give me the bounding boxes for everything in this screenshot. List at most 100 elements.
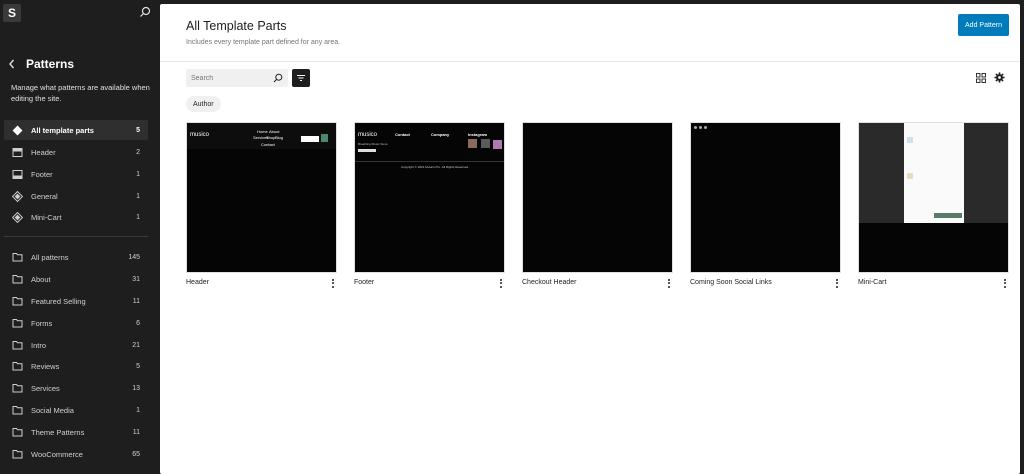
folder-icon: [11, 382, 23, 394]
folder-icon: [11, 295, 23, 307]
pattern-preview[interactable]: [522, 122, 673, 273]
sidebar-item-label: Header: [31, 147, 56, 157]
preview-social-icon: [694, 126, 697, 129]
preview-nav-item: Blog: [275, 135, 284, 140]
pattern-card-title[interactable]: Checkout Header: [522, 279, 576, 286]
more-options-icon[interactable]: [665, 277, 673, 289]
sidebar-item-label: Reviews: [31, 361, 60, 371]
folder-icon: [11, 339, 23, 351]
symbol-icon: [11, 124, 23, 136]
sidebar-item-label: Mini-Cart: [31, 212, 62, 222]
sidebar-item-intro[interactable]: Intro 21: [4, 335, 148, 355]
sidebar-item-label: Services: [31, 383, 60, 393]
sidebar-divider: [4, 236, 148, 237]
sidebar-item-count: 31: [132, 275, 140, 283]
more-options-icon[interactable]: [833, 277, 841, 289]
sidebar-item-count: 145: [128, 253, 140, 261]
preview-divider: [355, 161, 504, 162]
pattern-card-title[interactable]: Coming Soon Social Links: [690, 279, 772, 286]
pattern-card-title[interactable]: Mini-Cart: [858, 279, 886, 286]
sidebar-item-footer[interactable]: Footer 1: [4, 164, 148, 184]
more-options-icon[interactable]: [497, 277, 505, 289]
search-icon[interactable]: [139, 6, 151, 18]
sidebar-item-count: 1: [136, 192, 140, 200]
site-logo[interactable]: S: [3, 4, 21, 22]
sidebar-item-label: Featured Selling: [31, 296, 86, 306]
preview-logo: musico: [190, 132, 210, 138]
pattern-preview[interactable]: musico Breathing Music Store Contact Com…: [354, 122, 505, 273]
preview-nav-item: About: [269, 129, 280, 134]
sidebar-item-about[interactable]: About 31: [4, 269, 148, 289]
filter-button[interactable]: [292, 69, 310, 87]
preview-nav-item: Contact: [261, 142, 275, 147]
sidebar-item-label: Social Media: [31, 405, 74, 415]
preview-instagram-image: [493, 140, 502, 149]
preview-nav-item: Shop: [266, 135, 276, 140]
preview-instagram-image: [468, 139, 477, 148]
chevron-left-icon[interactable]: [7, 57, 17, 71]
preview-cart-button: [321, 134, 328, 142]
sidebar-item-all-patterns[interactable]: All patterns 145: [4, 247, 148, 267]
sidebar-item-general[interactable]: General 1: [4, 186, 148, 206]
preview-social-icon: [704, 126, 707, 129]
sidebar-item-featured-selling[interactable]: Featured Selling 11: [4, 291, 148, 311]
pattern-card-title[interactable]: Footer: [354, 279, 374, 286]
pattern-card-header[interactable]: musico Home About Services Shop Blog Con…: [186, 122, 337, 288]
sidebar-item-theme-patterns[interactable]: Theme Patterns 11: [4, 422, 148, 442]
header-divider: [160, 61, 1020, 62]
pattern-preview[interactable]: [690, 122, 841, 273]
sidebar-item-label: WooCommerce: [31, 449, 83, 459]
sidebar-item-count: 1: [136, 170, 140, 178]
grid-view-icon[interactable]: [976, 73, 986, 83]
preview-col-title: Contact: [395, 132, 410, 137]
preview-product-thumb: [907, 173, 913, 179]
folder-icon: [11, 426, 23, 438]
symbol-filled-icon: [11, 211, 23, 223]
sidebar: S Patterns Manage what patterns are avai…: [0, 0, 160, 474]
sidebar-item-woocommerce[interactable]: WooCommerce 65: [4, 444, 148, 464]
filter-icon: [297, 75, 305, 81]
pattern-preview[interactable]: [858, 122, 1009, 273]
pattern-card-mini-cart[interactable]: Mini-Cart: [858, 122, 1009, 288]
sidebar-item-label: All patterns: [31, 252, 69, 262]
preview-copyright: Copyright © 2024 Musico Pro. All Rights …: [401, 165, 469, 169]
add-pattern-button[interactable]: Add Pattern: [958, 14, 1009, 36]
sidebar-item-social-media[interactable]: Social Media 1: [4, 400, 148, 420]
sidebar-item-forms[interactable]: Forms 6: [4, 313, 148, 333]
sidebar-item-label: About: [31, 274, 51, 284]
author-filter-chip[interactable]: Author: [186, 96, 221, 112]
sidebar-item-reviews[interactable]: Reviews 5: [4, 356, 148, 376]
pattern-card-checkout-header[interactable]: Checkout Header: [522, 122, 673, 288]
header-icon: [11, 146, 23, 158]
more-options-icon[interactable]: [1001, 277, 1009, 289]
sidebar-item-count: 21: [132, 341, 140, 349]
gear-icon[interactable]: [994, 72, 1005, 83]
more-options-icon[interactable]: [329, 277, 337, 289]
preview-col-title: Company: [431, 132, 450, 137]
preview-product-thumb: [907, 137, 913, 143]
sidebar-item-count: 2: [136, 148, 140, 156]
pattern-card-coming-soon-social-links[interactable]: Coming Soon Social Links: [690, 122, 841, 288]
sidebar-item-all-template-parts[interactable]: All template parts 5: [4, 120, 148, 140]
folder-icon: [11, 251, 23, 263]
sidebar-title: Patterns: [26, 57, 75, 71]
folder-icon: [11, 404, 23, 416]
preview-tagline: Breathing Music Store: [358, 142, 388, 146]
folder-icon: [11, 273, 23, 285]
search-input[interactable]: [186, 74, 266, 82]
preview-cart-drawer: [904, 123, 964, 223]
sidebar-item-header[interactable]: Header 2: [4, 142, 148, 162]
sidebar-item-count: 5: [136, 362, 140, 370]
search-field[interactable]: [186, 69, 288, 87]
sidebar-item-count: 65: [132, 450, 140, 458]
pattern-preview[interactable]: musico Home About Services Shop Blog Con…: [186, 122, 337, 273]
preview-social-icon: [699, 126, 702, 129]
page-subtitle: Includes every template part defined for…: [186, 39, 341, 46]
sidebar-item-services[interactable]: Services 13: [4, 378, 148, 398]
sidebar-item-count: 1: [136, 406, 140, 414]
sidebar-item-mini-cart[interactable]: Mini-Cart 1: [4, 207, 148, 227]
pattern-card-footer[interactable]: musico Breathing Music Store Contact Com…: [354, 122, 505, 288]
pattern-card-title[interactable]: Header: [186, 279, 209, 286]
preview-social-icons: [358, 149, 376, 152]
sidebar-item-count: 6: [136, 319, 140, 327]
